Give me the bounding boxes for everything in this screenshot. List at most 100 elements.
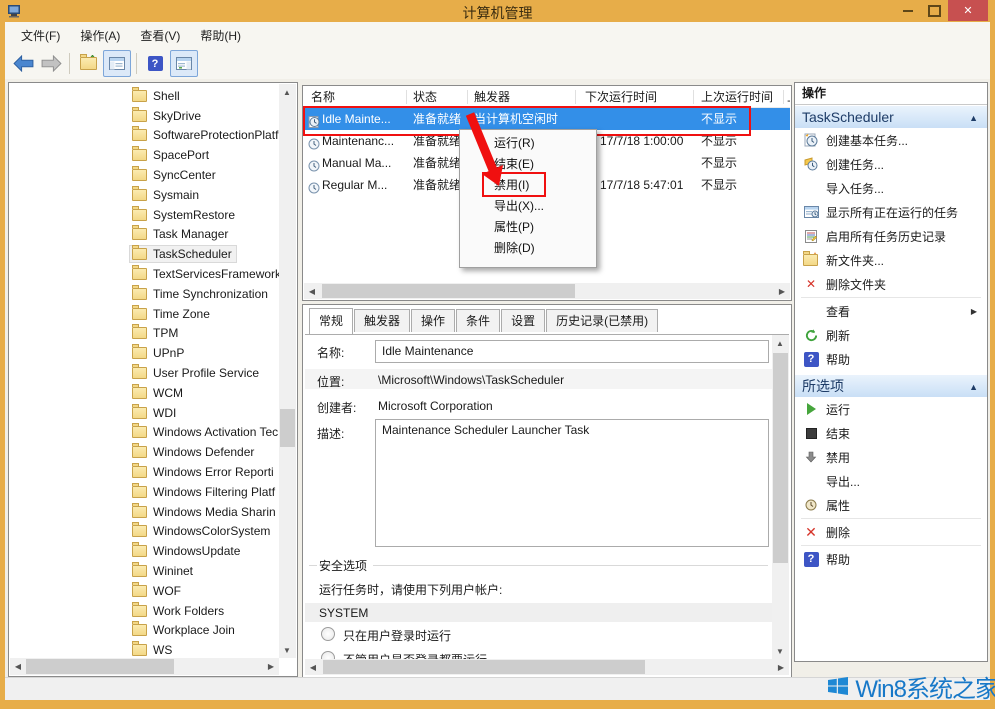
tab-conditions[interactable]: 条件 (456, 309, 500, 332)
collapse-icon[interactable]: ▲ (969, 376, 978, 398)
forward-button[interactable] (38, 51, 64, 76)
tree-item[interactable]: SyncCenter (10, 165, 279, 185)
minimize-button[interactable] (896, 0, 920, 21)
details-horizontal-scrollbar[interactable]: ◀ ▶ (305, 659, 789, 675)
tree-item[interactable]: Wininet (10, 561, 279, 581)
action-pane-toggle-button[interactable] (170, 50, 198, 77)
tree-item[interactable]: Time Synchronization (10, 284, 279, 304)
menu-action[interactable]: 操作(A) (70, 24, 130, 47)
column-header-last-run[interactable]: 上次运行时间 (701, 87, 773, 107)
section-header-taskscheduler[interactable]: TaskScheduler ▲ (795, 106, 987, 128)
tree-item[interactable]: User Profile Service (10, 363, 279, 383)
action-new-folder[interactable]: ✦ 新文件夹... (795, 248, 987, 272)
tree-item[interactable]: Windows Error Reporti (10, 462, 279, 482)
action-view[interactable]: 查看 ▶ (795, 299, 987, 323)
tab-actions[interactable]: 操作 (411, 309, 455, 332)
tab-settings[interactable]: 设置 (501, 309, 545, 332)
scroll-thumb[interactable] (773, 353, 788, 563)
collapse-icon[interactable]: ▲ (969, 107, 978, 129)
tree-item[interactable]: SystemRestore (10, 205, 279, 225)
tree-horizontal-scrollbar[interactable]: ◀ ▶ (10, 658, 279, 675)
tree-item[interactable]: WCM (10, 383, 279, 403)
task-name-field[interactable]: Idle Maintenance (375, 340, 769, 363)
tree-item[interactable]: UPnP (10, 343, 279, 363)
tree-item[interactable]: Windows Defender (10, 442, 279, 462)
menu-file[interactable]: 文件(F) (11, 24, 70, 47)
action-display-running-tasks[interactable]: 显示所有正在运行的任务 (795, 200, 987, 224)
tree-item[interactable]: TextServicesFramework (10, 264, 279, 284)
console-tree-toggle-button[interactable] (103, 50, 131, 77)
tree-item[interactable]: TPM (10, 324, 279, 344)
up-level-button[interactable] (75, 51, 101, 76)
maximize-button[interactable] (922, 0, 946, 21)
scroll-left-icon[interactable]: ◀ (305, 659, 321, 675)
tree-item[interactable]: SoftwareProtectionPlatf (10, 126, 279, 146)
radio-run-whether-logged-on[interactable] (321, 651, 335, 659)
tree-item[interactable]: Shell (10, 86, 279, 106)
tree-item-selected[interactable]: TaskScheduler (10, 244, 279, 264)
tree-item[interactable]: SkyDrive (10, 106, 279, 126)
tab-triggers[interactable]: 触发器 (354, 309, 410, 332)
scroll-down-icon[interactable]: ▼ (772, 643, 788, 659)
tree-item[interactable]: WOF (10, 581, 279, 601)
scroll-up-icon[interactable]: ▲ (279, 84, 295, 100)
close-button[interactable]: ✕ (948, 0, 988, 21)
tree-item[interactable]: Time Zone (10, 304, 279, 324)
tab-history[interactable]: 历史记录(已禁用) (546, 309, 658, 332)
menu-help[interactable]: 帮助(H) (190, 24, 251, 47)
action-run[interactable]: 运行 (795, 397, 987, 421)
tab-general[interactable]: 常规 (309, 308, 353, 334)
column-header-name[interactable]: 名称 (311, 87, 335, 107)
scroll-right-icon[interactable]: ▶ (263, 658, 279, 674)
scroll-left-icon[interactable]: ◀ (304, 283, 320, 299)
action-export[interactable]: 导出... (795, 469, 987, 493)
tree-item[interactable]: Windows Activation Tec (10, 423, 279, 443)
tree-item[interactable]: Windows Filtering Platf (10, 482, 279, 502)
context-menu-export[interactable]: 导出(X)... (460, 196, 596, 217)
description-field[interactable]: Maintenance Scheduler Launcher Task (375, 419, 769, 547)
tree-item[interactable]: WS (10, 640, 279, 658)
scroll-thumb[interactable] (26, 659, 174, 674)
radio-logged-on-only[interactable] (321, 627, 335, 641)
tree-item[interactable]: WindowsUpdate (10, 541, 279, 561)
context-menu-properties[interactable]: 属性(P) (460, 217, 596, 238)
tree-item[interactable]: Task Manager (10, 225, 279, 245)
action-help[interactable]: ? 帮助 (795, 347, 987, 371)
scroll-thumb[interactable] (323, 660, 645, 674)
column-header-status[interactable]: 状态 (413, 87, 437, 107)
action-properties[interactable]: 属性 (795, 493, 987, 517)
column-header-next-run[interactable]: 下次运行时间 (585, 87, 657, 107)
action-enable-task-history[interactable]: 启用所有任务历史记录 (795, 224, 987, 248)
menu-view[interactable]: 查看(V) (130, 24, 190, 47)
scroll-left-icon[interactable]: ◀ (10, 658, 26, 674)
tree-item[interactable]: Sysmain (10, 185, 279, 205)
action-refresh[interactable]: 刷新 (795, 323, 987, 347)
action-delete-folder[interactable]: ✕ 删除文件夹 (795, 272, 987, 296)
action-create-basic-task[interactable]: 创建基本任务... (795, 128, 987, 152)
scroll-up-icon[interactable]: ▲ (772, 335, 788, 351)
scroll-down-icon[interactable]: ▼ (279, 642, 295, 658)
tree-item[interactable]: SpacePort (10, 145, 279, 165)
scroll-right-icon[interactable]: ▶ (774, 283, 790, 299)
action-create-task[interactable]: 创建任务... (795, 152, 987, 176)
scroll-thumb[interactable] (280, 409, 295, 447)
help-button[interactable]: ? (142, 51, 168, 76)
tree-item[interactable]: WindowsColorSystem (10, 522, 279, 542)
scroll-thumb[interactable] (322, 284, 575, 298)
column-header-truncated[interactable]: 上 (787, 87, 790, 107)
details-vertical-scrollbar[interactable]: ▲ ▼ (772, 335, 789, 659)
column-header-trigger[interactable]: 触发器 (474, 87, 510, 107)
tree-vertical-scrollbar[interactable]: ▲ ▼ (279, 84, 296, 658)
back-button[interactable] (10, 51, 36, 76)
section-header-selected-item[interactable]: 所选项 ▲ (795, 375, 987, 397)
action-import-task[interactable]: 导入任务... (795, 176, 987, 200)
list-horizontal-scrollbar[interactable]: ◀ ▶ (304, 283, 790, 299)
tree-item[interactable]: WDI (10, 403, 279, 423)
context-menu-delete[interactable]: 删除(D) (460, 238, 596, 259)
action-end[interactable]: 结束 (795, 421, 987, 445)
action-help-selected[interactable]: ? 帮助 (795, 547, 987, 571)
tree-item[interactable]: Workplace Join (10, 621, 279, 641)
scroll-right-icon[interactable]: ▶ (773, 659, 789, 675)
tree-item[interactable]: Windows Media Sharin (10, 502, 279, 522)
tree-item[interactable]: Work Folders (10, 601, 279, 621)
